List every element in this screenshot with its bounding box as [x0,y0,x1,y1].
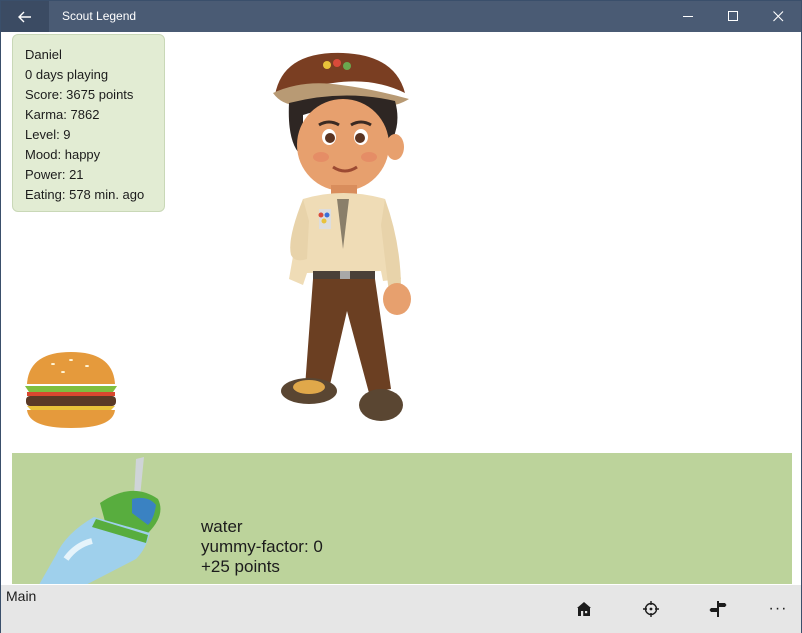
stats-card: Daniel 0 days playing Score: 3675 points… [12,34,165,212]
app-window: Scout Legend Daniel 0 days playing Score… [0,0,802,633]
water-bottle-icon [39,457,161,584]
maximize-icon [727,11,738,21]
scout-character[interactable] [263,49,423,429]
more-button[interactable]: ··· [758,595,798,623]
window-title: Scout Legend [62,9,137,23]
target-button[interactable] [631,595,671,623]
bottom-app-bar: Main ··· [1,585,801,633]
drink-info: water yummy-factor: 0 +25 points [201,517,323,577]
minimize-button[interactable] [665,1,711,32]
karma-stat: Karma: 7862 [25,107,100,122]
back-button[interactable] [1,1,49,32]
signpost-button[interactable] [698,595,738,623]
title-bar: Scout Legend [1,1,801,32]
eating-stat: Eating: 578 min. ago [25,187,145,202]
close-button[interactable] [755,1,801,32]
appbar-title: Main [6,588,37,604]
mood-stat: Mood: happy [25,147,101,162]
drink-panel[interactable]: water yummy-factor: 0 +25 points [12,453,792,584]
target-icon [643,601,659,617]
score-stat: Score: 3675 points [25,87,134,102]
power-stat: Power: 21 [25,167,84,182]
maximize-button[interactable] [710,1,756,32]
burger-icon[interactable] [23,350,119,430]
home-icon [577,602,591,616]
level-stat: Level: 9 [25,127,71,142]
minimize-icon [682,16,693,17]
close-icon [772,11,783,22]
signpost-icon [709,601,727,617]
back-arrow-icon [18,11,31,22]
drink-points: +25 points [201,557,280,576]
home-button[interactable] [564,595,604,623]
drink-name: water [201,517,243,536]
yummy-factor: yummy-factor: 0 [201,537,323,556]
player-name: Daniel [25,47,62,62]
days-playing: 0 days playing [25,67,109,82]
